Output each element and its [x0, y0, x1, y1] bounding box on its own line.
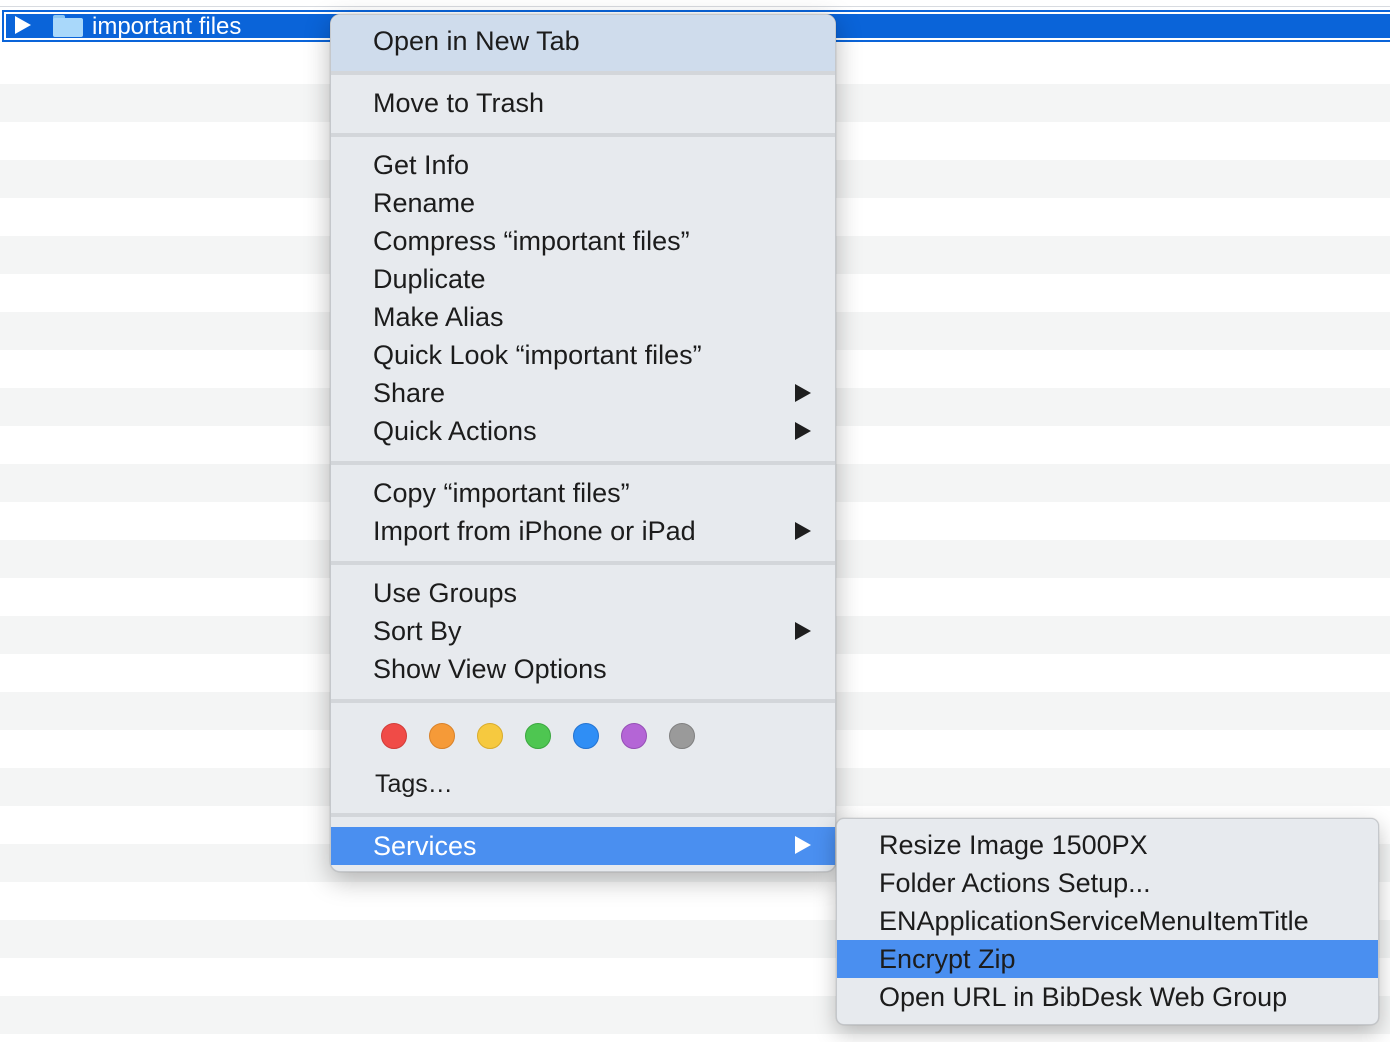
submenu-item-open-url-bibdesk[interactable]: Open URL in BibDesk Web Group — [879, 980, 1287, 1014]
submenu-arrow-icon — [795, 422, 811, 440]
submenu-arrow-icon — [795, 522, 811, 540]
submenu-item-en-service[interactable]: ENApplicationServiceMenuItemTitle — [879, 904, 1309, 938]
menu-item-use-groups[interactable]: Use Groups — [373, 576, 517, 610]
tag-blue-dot[interactable] — [573, 723, 599, 749]
menu-item-move-to-trash[interactable]: Move to Trash — [373, 86, 544, 120]
folder-name[interactable]: important files — [92, 13, 241, 41]
submenu-arrow-icon — [795, 622, 811, 640]
submenu-arrow-icon — [795, 384, 811, 402]
menu-item-import-iphone[interactable]: Import from iPhone or iPad — [373, 514, 696, 548]
list-top-border — [0, 0, 1390, 7]
menu-separator — [331, 461, 835, 465]
menu-item-services[interactable]: Services — [373, 829, 477, 863]
menu-item-open-new-tab[interactable]: Open in New Tab — [373, 24, 580, 58]
menu-separator — [331, 71, 835, 75]
menu-item-show-view-options[interactable]: Show View Options — [373, 652, 607, 686]
menu-item-make-alias[interactable]: Make Alias — [373, 300, 504, 334]
menu-item-quick-actions[interactable]: Quick Actions — [373, 414, 537, 448]
tag-yellow-dot[interactable] — [477, 723, 503, 749]
menu-item-get-info[interactable]: Get Info — [373, 148, 469, 182]
context-menu: Open in New Tab Move to Trash Get Info R… — [330, 14, 836, 872]
tag-purple-dot[interactable] — [621, 723, 647, 749]
submenu-arrow-icon — [795, 836, 811, 854]
disclosure-triangle-icon[interactable] — [15, 16, 31, 34]
tag-red-dot[interactable] — [381, 723, 407, 749]
submenu-item-folder-actions[interactable]: Folder Actions Setup... — [879, 866, 1151, 900]
tag-green-dot[interactable] — [525, 723, 551, 749]
menu-item-quick-look[interactable]: Quick Look “important files” — [373, 338, 702, 372]
menu-item-duplicate[interactable]: Duplicate — [373, 262, 486, 296]
services-submenu: Resize Image 1500PX Folder Actions Setup… — [836, 818, 1379, 1025]
submenu-item-resize-image[interactable]: Resize Image 1500PX — [879, 828, 1148, 862]
tag-orange-dot[interactable] — [429, 723, 455, 749]
menu-item-copy[interactable]: Copy “important files” — [373, 476, 630, 510]
tag-gray-dot[interactable] — [669, 723, 695, 749]
menu-item-compress[interactable]: Compress “important files” — [373, 224, 690, 258]
menu-separator — [331, 699, 835, 703]
submenu-item-encrypt-zip[interactable]: Encrypt Zip — [879, 942, 1016, 976]
menu-separator — [331, 813, 835, 817]
folder-icon — [53, 15, 83, 37]
menu-separator — [331, 561, 835, 565]
menu-item-rename[interactable]: Rename — [373, 186, 475, 220]
menu-item-sort-by[interactable]: Sort By — [373, 614, 462, 648]
menu-item-share[interactable]: Share — [373, 376, 445, 410]
menu-separator — [331, 133, 835, 137]
menu-item-tags[interactable]: Tags… — [375, 767, 453, 801]
